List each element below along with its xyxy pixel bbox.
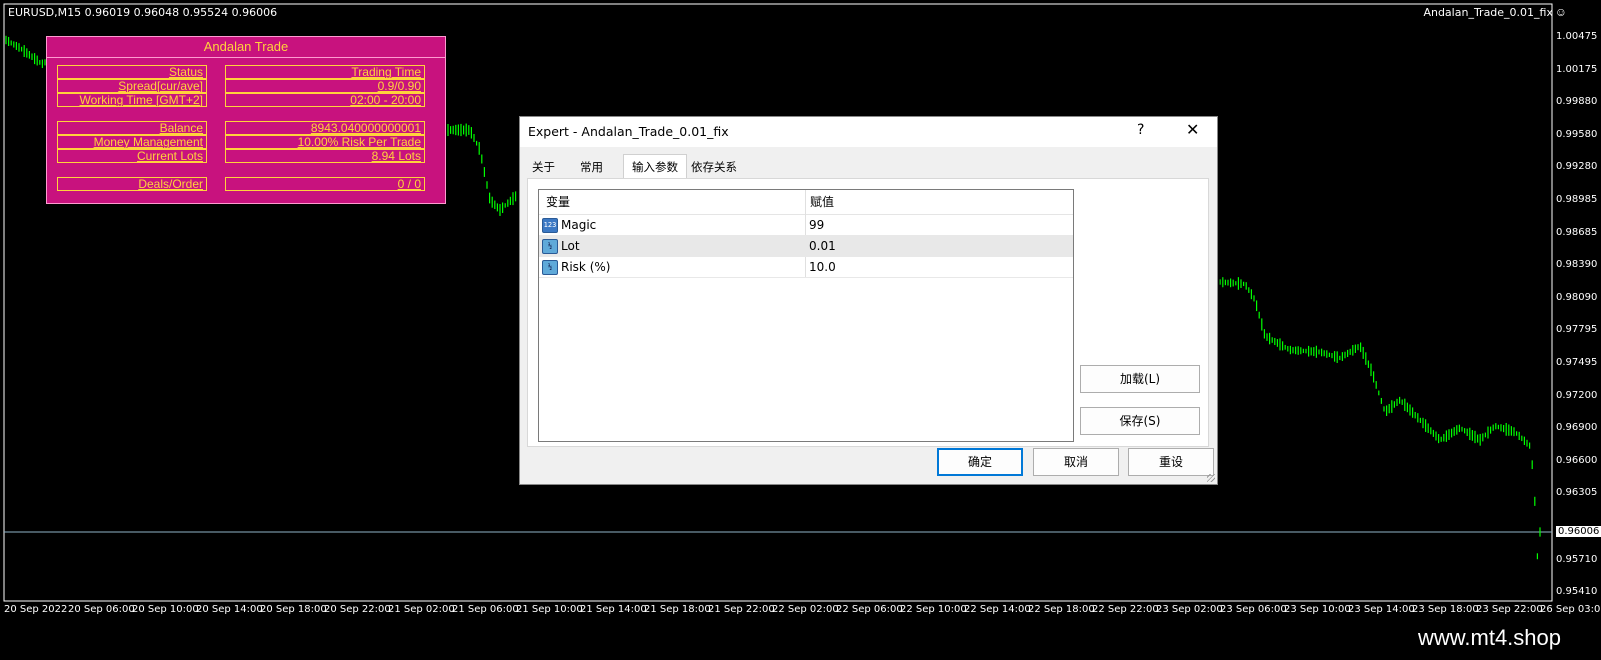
time-tick-label: 23 Sep 06:00 [1220,604,1287,615]
close-button[interactable]: ✕ [1186,120,1199,139]
chart-title: EURUSD,M15 0.96019 0.96048 0.95524 0.960… [8,6,278,19]
bottom-bar: www.mt4.shop [0,617,1601,660]
ok-button[interactable]: 确定 [937,448,1023,476]
time-tick-label: 21 Sep 02:00 [388,604,455,615]
tab-common[interactable]: 常用 [572,157,611,177]
price-tick-label: 0.99880 [1556,96,1598,107]
time-tick-label: 22 Sep 18:00 [1028,604,1095,615]
panel-value: 8.94 Lots [225,149,425,163]
param-name: Magic [561,218,597,232]
param-value[interactable]: 10.0 [809,257,836,277]
time-tick-label: 26 Sep 03:00 [1540,604,1601,615]
time-tick-label: 21 Sep 14:00 [580,604,647,615]
help-button[interactable]: ? [1137,122,1144,138]
time-tick-label: 23 Sep 10:00 [1284,604,1351,615]
double-type-icon: ½ [542,239,558,254]
price-tick-label: 0.95710 [1556,554,1598,565]
time-tick-label: 21 Sep 06:00 [452,604,519,615]
panel-label: Working Time [GMT+2] [57,93,207,107]
expert-name-label: Andalan_Trade_0.01_fix [1423,6,1553,19]
tab-dependencies[interactable]: 依存关系 [683,157,745,177]
price-tick-label: 0.99580 [1556,129,1598,140]
tab-inputs[interactable]: 输入参数 [623,154,687,179]
param-value[interactable]: 99 [809,215,824,235]
panel-label: Spread[cur/ave] [57,79,207,93]
time-tick-label: 20 Sep 2022 [4,604,68,615]
panel-value: 10.00% Risk Per Trade [225,135,425,149]
table-row[interactable]: ½ Risk (%) 10.0 [539,257,1073,278]
time-tick-label: 23 Sep 14:00 [1348,604,1415,615]
table-header: 变量 赋值 [539,190,1073,215]
panel-value: 0.9/0.90 [225,79,425,93]
dialog-titlebar[interactable]: Expert - Andalan_Trade_0.01_fix ? ✕ [520,117,1217,147]
panel-label: Status [57,65,207,79]
integer-type-icon: 123 [542,218,558,233]
time-tick-label: 20 Sep 22:00 [324,604,391,615]
time-tick-label: 21 Sep 22:00 [708,604,775,615]
panel-label: Current Lots [57,149,207,163]
time-tick-label: 22 Sep 06:00 [836,604,903,615]
cancel-button[interactable]: 取消 [1033,448,1119,476]
tab-about[interactable]: 关于 [524,157,563,177]
panel-value: Trading Time [225,65,425,79]
time-tick-label: 20 Sep 06:00 [68,604,135,615]
price-tick-label: 0.95410 [1556,586,1598,597]
smiley-icon[interactable]: ☺ [1555,5,1567,19]
price-tick-label: 1.00475 [1556,31,1598,42]
time-tick-label: 22 Sep 14:00 [964,604,1031,615]
price-tick-label: 0.99280 [1556,161,1598,172]
andalan-trade-panel: Andalan Trade Status Trading Time Spread[c… [46,36,446,204]
watermark: www.mt4.shop [1417,625,1561,650]
panel-value: 0 / 0 [225,177,425,191]
load-button[interactable]: 加载(L) [1080,365,1200,393]
time-tick-label: 22 Sep 10:00 [900,604,967,615]
panel-label: Money Management [57,135,207,149]
inputs-tab-panel: 变量 赋值 123 Magic 99 ½ Lot 0.01 ½ Risk (%)… [527,178,1209,447]
expert-properties-dialog: Expert - Andalan_Trade_0.01_fix ? ✕ 关于 常… [519,116,1218,485]
price-tick-label: 0.97495 [1556,357,1598,368]
panel-label: Deals/Order [57,177,207,191]
price-tick-label: 0.98390 [1556,259,1598,270]
time-tick-label: 22 Sep 22:00 [1092,604,1159,615]
time-tick-label: 20 Sep 10:00 [132,604,199,615]
param-name: Lot [561,239,580,253]
time-tick-label: 23 Sep 18:00 [1412,604,1479,615]
price-tick-label: 0.98090 [1556,292,1598,303]
price-tick-label: 0.97200 [1556,390,1598,401]
time-tick-label: 21 Sep 18:00 [644,604,711,615]
price-tick-label: 0.96305 [1556,487,1598,498]
price-tick-label: 0.98985 [1556,194,1598,205]
table-row[interactable]: 123 Magic 99 [539,215,1073,236]
panel-value: 8943.040000000001 [225,121,425,135]
price-tick-label: 0.97795 [1556,324,1598,335]
save-button[interactable]: 保存(S) [1080,407,1200,435]
reset-button[interactable]: 重设 [1128,448,1214,476]
column-value[interactable]: 赋值 [810,190,834,214]
panel-title: Andalan Trade [47,37,445,58]
current-price-label: 0.96006 [1556,526,1601,537]
price-tick-label: 1.00175 [1556,64,1598,75]
param-name: Risk (%) [561,260,611,274]
time-tick-label: 22 Sep 02:00 [772,604,839,615]
price-tick-label: 0.96900 [1556,422,1598,433]
time-tick-label: 21 Sep 10:00 [516,604,583,615]
panel-label: Balance [57,121,207,135]
panel-value: 02:00 - 20:00 [225,93,425,107]
param-value[interactable]: 0.01 [809,236,836,256]
time-tick-label: 20 Sep 14:00 [196,604,263,615]
price-tick-label: 0.96600 [1556,455,1598,466]
double-type-icon: ½ [542,260,558,275]
time-tick-label: 20 Sep 18:00 [260,604,327,615]
column-variable[interactable]: 变量 [546,190,570,214]
parameters-table[interactable]: 变量 赋值 123 Magic 99 ½ Lot 0.01 ½ Risk (%)… [538,189,1074,442]
price-tick-label: 0.98685 [1556,227,1598,238]
dialog-title: Expert - Andalan_Trade_0.01_fix [528,124,729,139]
table-row[interactable]: ½ Lot 0.01 [539,236,1073,257]
resize-grip-icon[interactable] [1207,474,1215,482]
time-tick-label: 23 Sep 22:00 [1476,604,1543,615]
time-tick-label: 23 Sep 02:00 [1156,604,1223,615]
